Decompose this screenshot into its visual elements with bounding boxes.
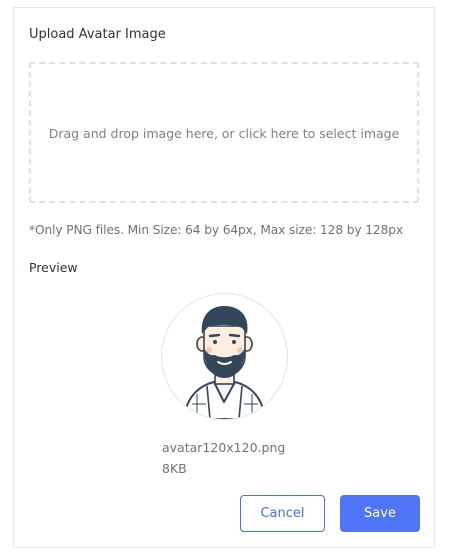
upload-avatar-panel: Upload Avatar Image Drag and drop image … [13,7,435,548]
panel-title: Upload Avatar Image [29,27,166,42]
dropzone-instructions: Drag and drop image here, or click here … [48,126,400,141]
image-dropzone[interactable]: Drag and drop image here, or click here … [29,62,419,203]
file-size: 8KB [162,461,187,476]
bearded-man-avatar-icon [182,306,267,419]
preview-label: Preview [29,260,78,275]
file-name: avatar120x120.png [162,440,286,455]
save-button[interactable]: Save [340,495,420,532]
cancel-button[interactable]: Cancel [240,495,325,532]
file-requirements-hint: *Only PNG files. Min Size: 64 by 64px, M… [29,223,403,237]
avatar-preview [161,293,288,420]
